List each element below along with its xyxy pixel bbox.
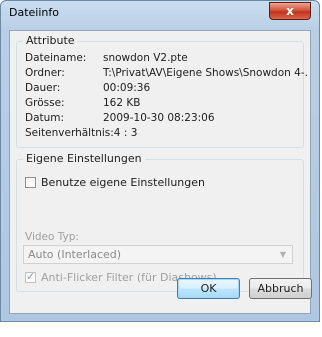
video-type-label: Video Typ: bbox=[25, 231, 79, 243]
row-dateiname: Dateiname: snowdon V2.pte bbox=[25, 52, 188, 66]
groesse-label: Grösse: bbox=[25, 97, 65, 109]
attribute-group: Attribute Dateiname: snowdon V2.pte Ordne… bbox=[16, 34, 308, 148]
settings-group: Eigene Einstellungen Benutze eigene Eins… bbox=[16, 152, 304, 292]
close-button[interactable]: x bbox=[269, 2, 311, 20]
close-icon: x bbox=[286, 4, 294, 18]
datum-value: 2009-10-30 08:23:06 bbox=[103, 112, 215, 124]
video-type-value: Auto (Interlaced) bbox=[28, 248, 122, 261]
use-own-settings-checkbox-row[interactable]: Benutze eigene Einstellungen bbox=[25, 176, 205, 189]
window-title: Dateiinfo bbox=[9, 6, 59, 19]
dialog-window: Dateiinfo x Attribute Dateiname: snowdon … bbox=[0, 0, 320, 322]
video-type-select[interactable]: Auto (Interlaced) ▼ bbox=[23, 245, 293, 264]
row-seitenverhaeltnis: Seitenverhältnis:4 : 3 bbox=[25, 127, 137, 141]
attribute-legend: Attribute bbox=[23, 34, 78, 47]
ordner-value: T:\Privat\AV\Eigene Shows\Snowdon 4-. bbox=[103, 67, 308, 79]
dauer-value: 00:09:36 bbox=[103, 82, 151, 94]
chevron-down-icon: ▼ bbox=[279, 250, 286, 259]
dateiname-label: Dateiname: bbox=[25, 52, 87, 64]
cancel-button[interactable]: Abbruch bbox=[249, 278, 312, 299]
use-own-settings-label: Benutze eigene Einstellungen bbox=[41, 176, 205, 189]
groesse-value: 162 KB bbox=[103, 97, 141, 109]
checkmark-icon: ✓ bbox=[26, 270, 36, 283]
page-background-strip bbox=[0, 322, 322, 337]
seitenverhaeltnis-value: 4 : 3 bbox=[113, 127, 138, 139]
ordner-label: Ordner: bbox=[25, 67, 65, 79]
datum-label: Datum: bbox=[25, 112, 65, 124]
row-ordner: Ordner: T:\Privat\AV\Eigene Shows\Snowdon… bbox=[25, 67, 308, 81]
row-dauer: Dauer: 00:09:36 bbox=[25, 82, 150, 96]
dialog-client-area: Attribute Dateiname: snowdon V2.pte Ordne… bbox=[9, 30, 311, 314]
anti-flicker-checkbox[interactable]: ✓ bbox=[25, 270, 36, 283]
seitenverhaeltnis-label: Seitenverhältnis: bbox=[25, 127, 114, 139]
row-datum: Datum: 2009-10-30 08:23:06 bbox=[25, 112, 215, 126]
row-groesse: Grösse: 162 KB bbox=[25, 97, 140, 111]
dateiname-value: snowdon V2.pte bbox=[103, 52, 188, 64]
settings-legend: Eigene Einstellungen bbox=[23, 152, 145, 165]
ok-button[interactable]: OK bbox=[177, 278, 240, 299]
dauer-label: Dauer: bbox=[25, 82, 61, 94]
use-own-settings-checkbox[interactable] bbox=[25, 177, 36, 188]
